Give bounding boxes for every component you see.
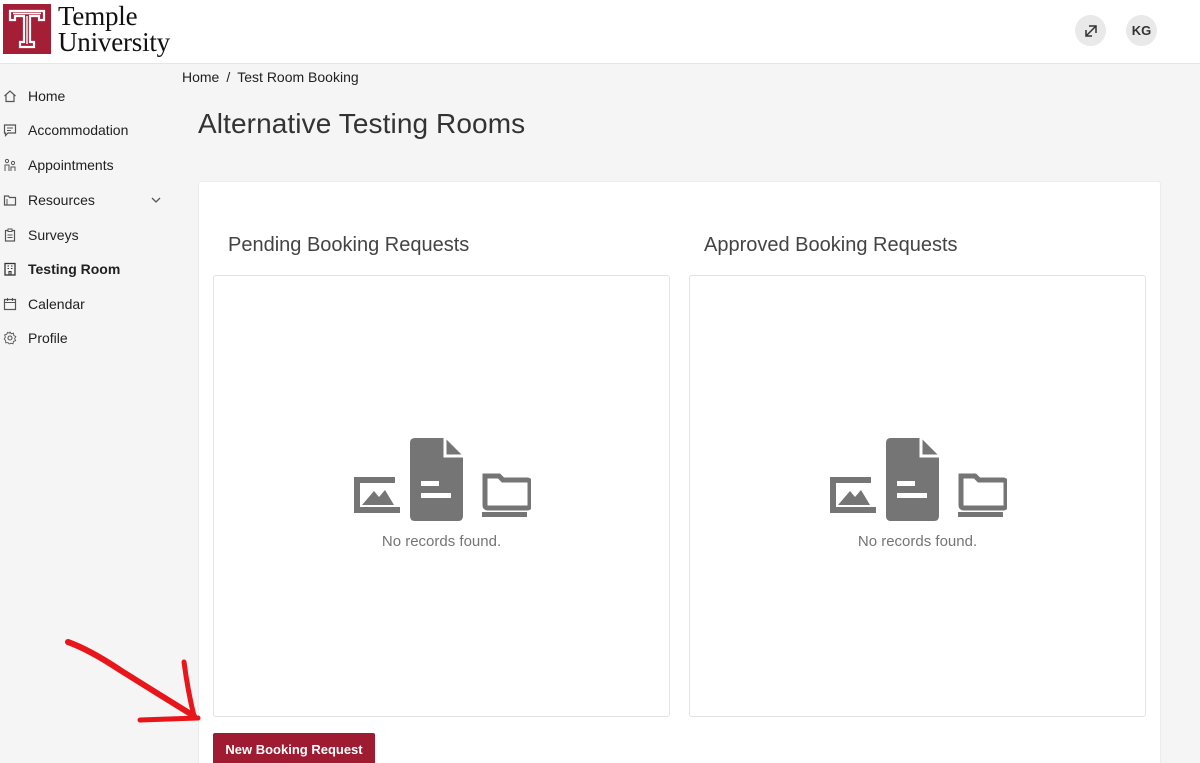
approved-empty-message: No records found.: [857, 533, 978, 550]
breadcrumb-separator: /: [226, 69, 231, 85]
sidebar-item-accommodation[interactable]: Accommodation: [0, 116, 175, 144]
temple-t-icon: [3, 4, 51, 54]
sidebar-item-label: Resources: [28, 192, 95, 208]
pending-empty-message: No records found.: [381, 533, 502, 550]
gear-icon: [3, 331, 17, 345]
folder-icon: [3, 195, 17, 206]
sidebar-item-testing-room[interactable]: Testing Room: [0, 255, 175, 283]
new-booking-request-button[interactable]: New Booking Request: [213, 733, 375, 763]
empty-records-icon: [354, 438, 531, 521]
calendar-icon: [3, 298, 17, 311]
sidebar-item-label: Profile: [28, 330, 68, 346]
sidebar-item-label: Home: [28, 88, 66, 104]
sidebar-item-surveys[interactable]: Surveys: [0, 221, 175, 249]
temple-logo[interactable]: Temple University: [3, 1, 170, 57]
breadcrumb: Home / Test Room Booking: [182, 69, 359, 85]
sidebar-item-calendar[interactable]: Calendar: [0, 290, 175, 318]
annotation-arrow-icon: [65, 639, 201, 723]
sidebar-item-appointments[interactable]: Appointments: [0, 151, 175, 179]
top-header: Temple University KG: [0, 0, 1200, 64]
page-title: Alternative Testing Rooms: [198, 108, 526, 139]
sidebar-item-resources[interactable]: Resources: [0, 186, 175, 214]
pending-requests-panel: No records found.: [213, 275, 670, 717]
chevron-down-icon[interactable]: [150, 194, 162, 206]
brand-wordmark: Temple University: [58, 1, 170, 57]
expand-icon: [1084, 24, 1097, 37]
sidebar-item-label: Calendar: [28, 296, 85, 312]
home-icon: [4, 90, 16, 103]
breadcrumb-home-link[interactable]: Home: [182, 69, 219, 85]
pending-section-title: Pending Booking Requests: [228, 234, 470, 256]
approved-requests-panel: No records found.: [689, 275, 1146, 717]
brand-line-2: University: [58, 27, 170, 57]
approved-section-title: Approved Booking Requests: [704, 234, 958, 256]
building-icon: [4, 262, 16, 276]
people-icon: [4, 158, 16, 171]
sidebar-item-label: Appointments: [28, 157, 114, 173]
breadcrumb-current: Test Room Booking: [237, 69, 359, 85]
sidebar-item-label: Accommodation: [28, 122, 129, 138]
sidebar-item-home[interactable]: Home: [0, 82, 175, 110]
sidebar-item-label: Testing Room: [28, 261, 121, 277]
empty-records-icon: [830, 438, 1007, 521]
brand-line-1: Temple: [58, 1, 138, 31]
sidebar-item-label: Surveys: [28, 227, 79, 243]
expand-button[interactable]: [1075, 15, 1106, 46]
sidebar-item-profile[interactable]: Profile: [0, 324, 175, 352]
clipboard-icon: [4, 228, 16, 242]
chat-icon: [3, 124, 17, 137]
user-avatar[interactable]: KG: [1126, 15, 1157, 46]
